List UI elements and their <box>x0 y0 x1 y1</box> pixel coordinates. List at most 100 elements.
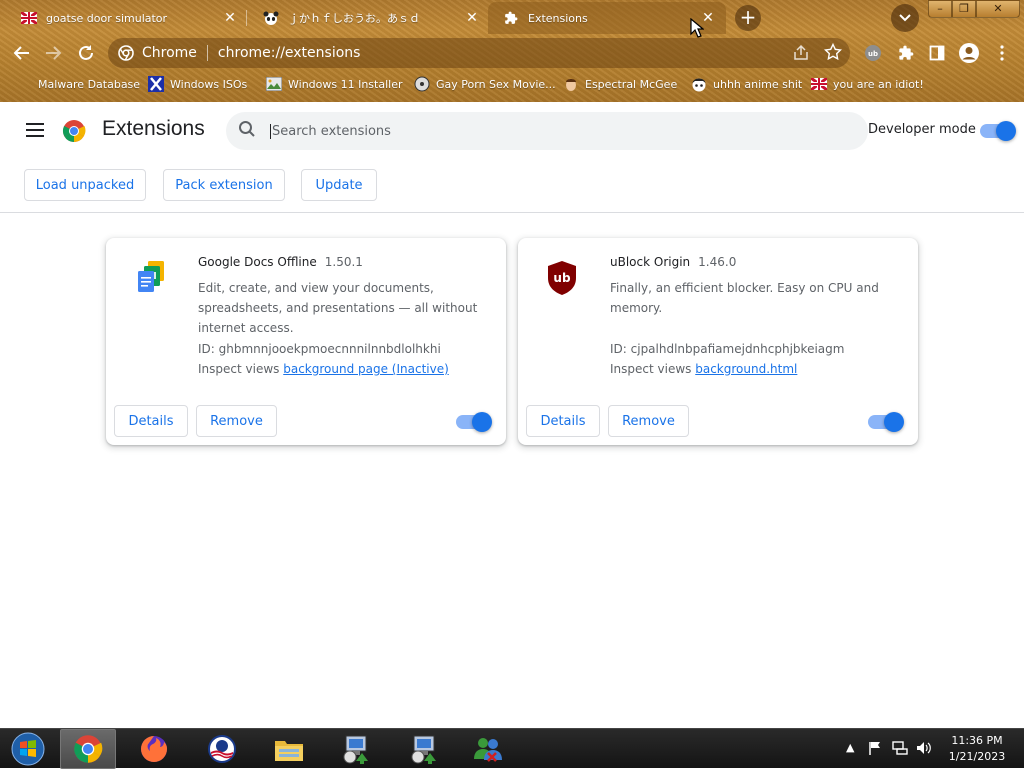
volume-icon[interactable] <box>916 741 932 758</box>
browser-frame: goatse door simulator ✕ ｊかｈｆしおうお。あｓｄ ✕ E… <box>0 0 1024 102</box>
remove-button[interactable]: Remove <box>608 405 689 437</box>
bookmark-malware-database[interactable]: Malware Database <box>16 74 140 94</box>
back-button[interactable] <box>9 40 35 66</box>
tab-goatse-door-simulator[interactable]: goatse door simulator ✕ <box>6 2 246 34</box>
remove-button[interactable]: Remove <box>196 405 277 437</box>
disc-icon <box>414 76 430 92</box>
anime-face-icon <box>691 76 707 92</box>
load-unpacked-button[interactable]: Load unpacked <box>24 169 146 201</box>
page-title: Extensions <box>102 117 205 140</box>
svg-text:ub: ub <box>868 50 878 58</box>
taskbar-firefox[interactable] <box>126 729 182 769</box>
ublock-toolbar-icon[interactable]: ub <box>862 42 884 64</box>
extension-id: ID: ghbmnnjooekpmoecnnnilnnbdlolhkhi <box>198 342 441 356</box>
bookmark-anime[interactable]: uhhh anime shit <box>691 74 802 94</box>
close-tab-icon[interactable]: ✕ <box>222 10 238 26</box>
clock[interactable]: 11:36 PM 1/21/2023 <box>940 733 1014 765</box>
extension-name: uBlock Origin <box>610 255 691 269</box>
url-text: chrome://extensions <box>217 45 361 61</box>
chrome-menu-icon[interactable] <box>992 42 1012 64</box>
extension-card-ublock-origin: ub uBlock Origin 1.46.0 Finally, an effic… <box>518 238 918 445</box>
bookmark-windows-11-installer[interactable]: Windows 11 Installer <box>266 74 403 94</box>
face-icon <box>563 76 579 92</box>
network-installer-icon <box>343 735 368 764</box>
bookmark-porn-movie[interactable]: Gay Porn Sex Movie... <box>414 74 556 94</box>
action-center-flag-icon[interactable] <box>868 741 882 758</box>
start-button[interactable] <box>0 729 56 769</box>
flag-icon <box>811 76 827 92</box>
maximize-button[interactable]: ❐ <box>952 0 976 18</box>
google-docs-offline-icon <box>130 258 170 298</box>
extension-description: Finally, an efficient blocker. Easy on C… <box>610 281 879 315</box>
show-hidden-icons-icon[interactable]: ▲ <box>846 741 854 754</box>
bookmark-you-are-an-idiot[interactable]: you are an idiot! <box>811 74 924 94</box>
network-installer-icon <box>411 735 436 764</box>
details-button[interactable]: Details <box>114 405 188 437</box>
clock-date: 1/21/2023 <box>948 750 1006 763</box>
share-icon[interactable] <box>792 44 810 66</box>
minimize-button[interactable]: – <box>928 0 952 18</box>
background-page-link[interactable]: background page (Inactive) <box>283 362 449 376</box>
developer-mode-label: Developer mode <box>868 122 976 137</box>
inspect-views-row: Inspect views background.html <box>610 362 797 376</box>
divider <box>0 212 1024 213</box>
bookmark-espectral-mcgee[interactable]: Espectral McGee <box>563 74 677 94</box>
extension-enable-toggle[interactable] <box>868 412 904 432</box>
details-button[interactable]: Details <box>526 405 600 437</box>
ublock-origin-icon: ub <box>542 258 582 298</box>
close-window-button[interactable]: ✕ <box>976 0 1020 18</box>
search-box[interactable] <box>226 112 868 150</box>
taskbar-obama-logo[interactable] <box>194 729 250 769</box>
tab-title: ｊかｈｆしおうお。あｓｄ <box>288 12 420 25</box>
hamburger-menu-icon[interactable] <box>26 122 46 142</box>
reload-button[interactable] <box>73 40 99 66</box>
chrome-logo-icon <box>62 119 86 147</box>
new-tab-button[interactable]: + <box>735 5 761 31</box>
bookmark-label: uhhh anime shit <box>713 77 803 91</box>
address-bar[interactable]: Chrome chrome://extensions <box>108 38 850 68</box>
mouse-cursor-icon <box>690 17 705 42</box>
side-panel-icon[interactable] <box>926 42 948 64</box>
update-button[interactable]: Update <box>301 169 377 201</box>
bookmark-windows-isos[interactable]: Windows ISOs <box>148 74 247 94</box>
extension-name-row: uBlock Origin 1.46.0 <box>610 255 736 269</box>
inspect-views-row: Inspect views background page (Inactive) <box>198 362 449 376</box>
developer-mode-toggle[interactable] <box>980 121 1016 141</box>
inspect-views-label: Inspect views <box>198 362 280 376</box>
tab-search-button[interactable] <box>891 4 919 32</box>
extensions-puzzle-icon[interactable] <box>895 42 917 64</box>
taskbar-installer-1[interactable] <box>328 729 384 769</box>
extension-id: ID: cjpalhdlnbpafiamejdnhcphjbkeiagm <box>610 342 845 356</box>
reload-icon <box>79 45 93 60</box>
bookmark-label: Gay Porn Sex Movie... <box>436 77 556 91</box>
toggle-knob <box>996 121 1016 141</box>
image-icon <box>266 76 282 92</box>
taskbar-messenger[interactable] <box>460 729 516 769</box>
extension-enable-toggle[interactable] <box>456 412 492 432</box>
chevron-down-icon <box>899 14 911 22</box>
taskbar-file-explorer[interactable] <box>261 729 317 769</box>
bookmark-star-icon[interactable] <box>823 42 843 65</box>
tab-title: Extensions <box>528 11 588 25</box>
search-input[interactable] <box>270 123 830 139</box>
extension-card-google-docs-offline: Google Docs Offline 1.50.1 Edit, create, … <box>106 238 506 445</box>
obama-logo-icon <box>208 735 236 763</box>
chrome-site-icon[interactable] <box>118 45 134 65</box>
network-icon[interactable] <box>892 741 908 758</box>
inspect-views-label: Inspect views <box>610 362 692 376</box>
chrome-icon <box>74 735 103 763</box>
profile-avatar-icon[interactable] <box>958 42 980 64</box>
taskbar-chrome[interactable] <box>60 729 116 769</box>
puzzle-icon <box>502 10 520 26</box>
file-explorer-icon <box>275 741 303 761</box>
forward-button[interactable] <box>40 40 66 66</box>
taskbar-installer-2[interactable] <box>396 729 452 769</box>
close-tab-icon[interactable]: ✕ <box>464 10 480 26</box>
tab-japanese-text[interactable]: ｊかｈｆしおうお。あｓｄ ✕ <box>248 2 488 34</box>
background-html-link[interactable]: background.html <box>695 362 797 376</box>
bookmark-label: Espectral McGee <box>585 77 678 91</box>
toggle-knob <box>472 412 492 432</box>
bookmark-label: you are an idiot! <box>833 77 924 91</box>
tab-title: goatse door simulator <box>46 11 168 25</box>
pack-extension-button[interactable]: Pack extension <box>163 169 285 201</box>
